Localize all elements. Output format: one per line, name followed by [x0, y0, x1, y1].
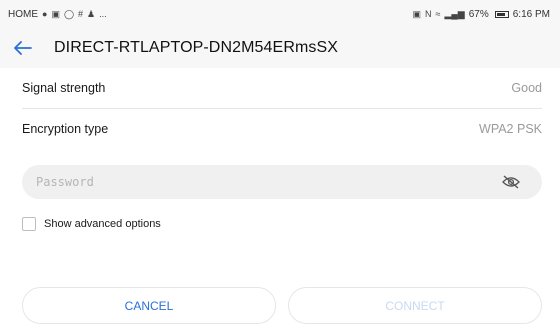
status-bar: HOME ● ▣ ◯ # ♟ ... ▣ N ≈ ▂▄▆ 67% 6:16 PM: [0, 0, 560, 28]
eye-off-icon[interactable]: [502, 175, 520, 189]
signal-icon: ▂▄▆: [444, 8, 465, 19]
advanced-options-row[interactable]: Show advanced options: [22, 215, 161, 233]
person-icon: ♟: [87, 8, 96, 19]
back-arrow-icon[interactable]: [14, 37, 36, 59]
network-details-panel: Signal strength Good Encryption type WPA…: [0, 68, 560, 333]
signal-strength-value: Good: [511, 81, 542, 95]
signal-strength-row: Signal strength Good: [0, 68, 560, 108]
image-icon: ▣: [51, 8, 60, 19]
connect-button[interactable]: CONNECT: [288, 287, 542, 324]
more-icon: ...: [99, 9, 107, 19]
status-bar-left: HOME ● ▣ ◯ # ♟ ...: [8, 9, 107, 20]
gallery-icon: ◯: [63, 8, 75, 19]
battery-percent: 67%: [468, 8, 489, 20]
wifi-icon: ≈: [435, 9, 441, 19]
network-title: DIRECT-RTLAPTOP-DN2M54ERmsSX: [54, 39, 339, 56]
password-input[interactable]: [36, 175, 476, 189]
password-field-container[interactable]: [22, 165, 542, 199]
battery-icon: [494, 10, 509, 18]
advanced-options-checkbox[interactable]: [22, 217, 36, 231]
encryption-type-value: WPA2 PSK: [479, 122, 542, 136]
carrier-label: HOME: [8, 8, 38, 20]
cancel-button[interactable]: CANCEL: [22, 287, 276, 324]
encryption-type-label: Encryption type: [22, 122, 109, 136]
circle-icon: ●: [42, 9, 48, 19]
encryption-type-row: Encryption type WPA2 PSK: [0, 109, 560, 149]
status-bar-right: ▣ N ≈ ▂▄▆ 67% 6:16 PM: [413, 9, 550, 20]
clock: 6:16 PM: [512, 8, 550, 20]
advanced-options-label: Show advanced options: [44, 218, 161, 230]
hash-icon: #: [78, 9, 84, 19]
signal-strength-label: Signal strength: [22, 81, 106, 95]
vibrate-icon: ▣: [412, 8, 422, 19]
nfc-icon: N: [425, 9, 432, 19]
app-header: DIRECT-RTLAPTOP-DN2M54ERmsSX: [0, 28, 560, 68]
